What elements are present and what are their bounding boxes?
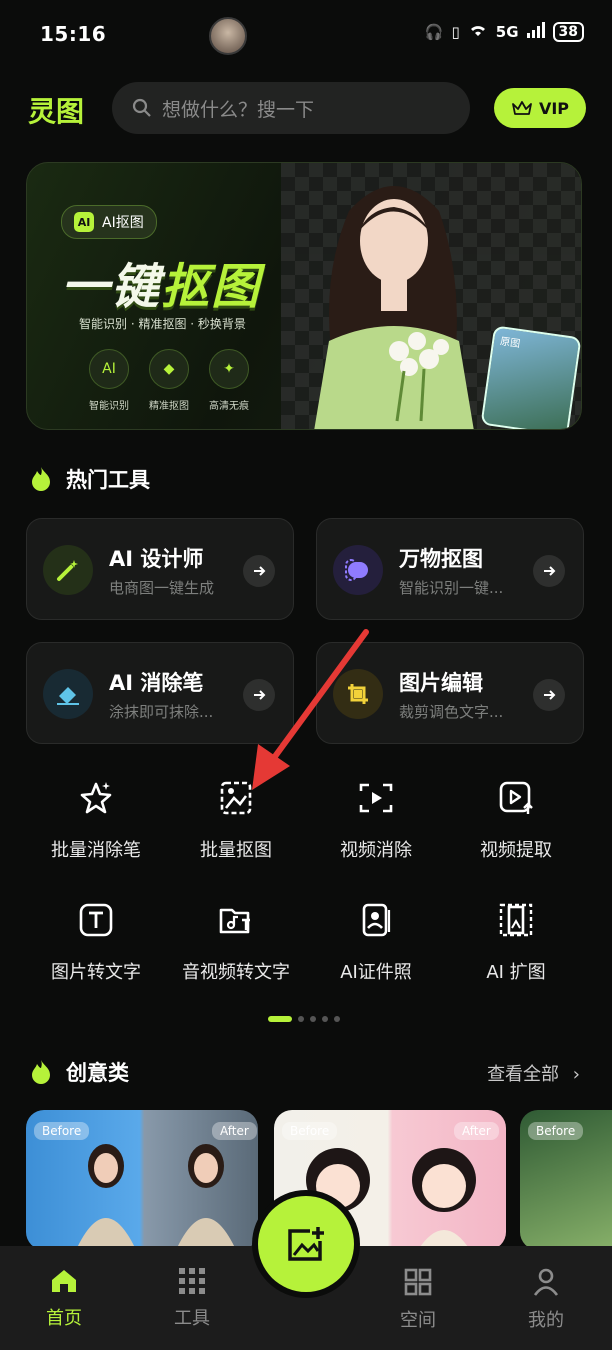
star-eraser-icon (80, 782, 112, 814)
tool-card-image-edit[interactable]: 图片编辑 裁剪调色文字... (316, 642, 584, 744)
sparkle-icon: ✦ (209, 349, 249, 389)
tool-image-to-text[interactable]: 图片转文字 (26, 902, 166, 984)
arrow-right-icon[interactable] (243, 555, 275, 587)
hot-tools-heading: 热门工具 (30, 464, 150, 494)
search-bar[interactable]: 想做什么？搜一下 (112, 82, 470, 134)
tool-ai-expand[interactable]: AI 扩图 (446, 902, 586, 984)
video-erase-icon (359, 783, 393, 813)
expand-image-icon (499, 903, 533, 937)
battery-indicator: 38 (552, 22, 584, 42)
home-icon (52, 1270, 76, 1292)
arrow-right-icon[interactable] (533, 555, 565, 587)
search-icon (132, 98, 151, 117)
text-icon (79, 903, 113, 937)
tool-batch-eraser[interactable]: 批量消除笔 (26, 780, 166, 862)
promo-banner[interactable]: AI AI抠图 一键抠图 智能识别 · 精准抠图 · 秒换背景 AI 智能识别 ◆… (26, 162, 582, 430)
nav-home[interactable]: 首页 (24, 1268, 104, 1330)
ai-recognition-icon: AI (89, 349, 129, 389)
system-icons: 🎧 ▯ 5G 38 (425, 22, 584, 42)
eraser-icon (43, 669, 93, 719)
wifi-icon (468, 22, 488, 42)
tool-ai-id-photo[interactable]: AI证件照 (306, 902, 446, 984)
tool-video-erase[interactable]: 视频消除 (306, 780, 446, 862)
vip-button[interactable]: VIP (494, 88, 586, 128)
tool-batch-cutout[interactable]: 批量抠图 (166, 780, 306, 862)
chevron-right-icon: › (572, 1064, 580, 1085)
crop-icon (333, 669, 383, 719)
vibrate-icon: ▯ (451, 23, 460, 41)
creative-heading: 创意类 (30, 1057, 129, 1087)
signal-icon (526, 22, 545, 42)
banner-original-thumbnail: 原图 (480, 325, 581, 429)
banner-title: 一键抠图 (61, 259, 262, 315)
status-avatar (209, 17, 247, 55)
feature-precise-cutout: ◆ 精准抠图 (139, 349, 199, 412)
nav-tools[interactable]: 工具 (152, 1268, 232, 1330)
tool-card-ai-designer[interactable]: AI 设计师 电商图一键生成 (26, 518, 294, 620)
arrow-right-icon[interactable] (533, 679, 565, 711)
search-placeholder: 想做什么？搜一下 (162, 98, 315, 121)
creative-image-1 (76, 1144, 236, 1250)
feature-smart-recognition: AI 智能识别 (79, 349, 139, 412)
fire-icon (32, 1060, 50, 1084)
tool-card-ai-eraser[interactable]: AI 消除笔 涂抹即可抹除... (26, 642, 294, 744)
feature-hd-seamless: ✦ 高清无痕 (199, 349, 259, 412)
cutout-icon (333, 545, 383, 595)
app-logo: 灵图 (28, 95, 85, 128)
tool-card-cutout[interactable]: 万物抠图 智能识别一键... (316, 518, 584, 620)
arrow-right-icon[interactable] (243, 679, 275, 711)
nav-profile[interactable]: 我的 (506, 1268, 586, 1332)
creative-card-3[interactable]: Before (520, 1110, 612, 1250)
profile-icon (533, 1268, 559, 1296)
add-image-icon (288, 1227, 324, 1261)
magic-wand-icon (43, 545, 93, 595)
space-icon (404, 1268, 432, 1296)
batch-cutout-icon (220, 781, 252, 815)
crown-icon (512, 101, 532, 115)
tool-video-extract[interactable]: 视频提取 (446, 780, 586, 862)
vip-label: VIP (538, 98, 570, 118)
ai-badge-icon: AI (74, 212, 94, 232)
banner-tag: AI AI抠图 (61, 205, 157, 239)
audio-video-text-icon (219, 908, 250, 934)
id-photo-icon (362, 903, 391, 937)
tool-audio-video-to-text[interactable]: 音视频转文字 (166, 902, 306, 984)
banner-model-image (314, 186, 474, 429)
creative-card-1[interactable]: Before After (26, 1110, 258, 1250)
headphone-icon: 🎧 (424, 23, 444, 41)
status-time: 15:16 (40, 22, 107, 46)
see-all-link[interactable]: 查看全部 › (487, 1060, 580, 1086)
video-extract-icon (499, 781, 533, 814)
create-fab-button[interactable] (258, 1196, 354, 1292)
fire-icon (32, 467, 50, 491)
nav-space[interactable]: 空间 (378, 1268, 458, 1332)
banner-subtitle: 智能识别 · 精准抠图 · 秒换背景 (79, 317, 246, 331)
network-label: 5G (495, 23, 519, 41)
page-indicator (268, 1016, 340, 1022)
layers-icon: ◆ (149, 349, 189, 389)
grid-icon (179, 1268, 205, 1294)
status-bar: 15:16 🎧 ▯ 5G 38 (0, 0, 612, 72)
